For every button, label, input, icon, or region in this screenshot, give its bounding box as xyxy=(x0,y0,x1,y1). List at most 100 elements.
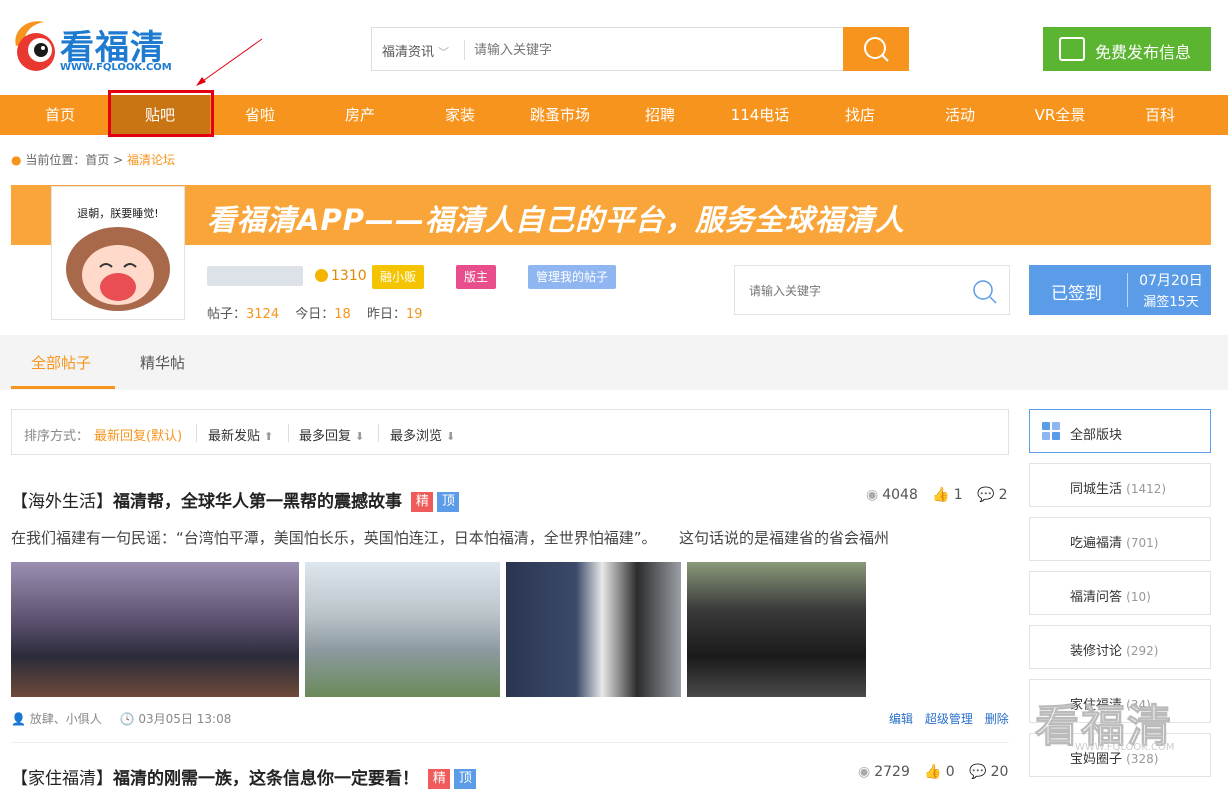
posts-label: 帖子： xyxy=(207,307,247,322)
nav-item-vr[interactable]: VR全景 xyxy=(1010,95,1110,135)
comment-icon: 💬 xyxy=(977,487,995,503)
sort-label: 排序方式： xyxy=(24,429,90,444)
sidebar-item[interactable]: 福清问答 (10) xyxy=(1029,571,1211,615)
nav-item-market[interactable]: 跳蚤市场 xyxy=(510,95,610,135)
sidebar-item[interactable]: 装修讨论 (292) xyxy=(1029,625,1211,669)
avatar[interactable]: 退朝，朕要睡觉! xyxy=(51,186,185,320)
search-button[interactable] xyxy=(843,27,909,71)
sidebar-item[interactable]: 吃遍福清 (701) xyxy=(1029,517,1211,561)
post-image-arrest[interactable] xyxy=(506,562,681,697)
tab-featured[interactable]: 精华帖 xyxy=(140,352,185,373)
nav-item-shengla[interactable]: 省啦 xyxy=(210,95,310,135)
coin-icon xyxy=(315,269,328,282)
post-meta-1: 👤 放肆、小俱人 🕓 03月05日 13:08 xyxy=(11,710,231,727)
sort-latest-post[interactable]: 最新发贴 ⬆ xyxy=(208,425,273,444)
post-title-text: 福清帮，全球华人第一黑帮的震撼故事 xyxy=(113,492,402,512)
sort-divider xyxy=(378,424,379,442)
breadcrumb-home[interactable]: 首页 xyxy=(85,153,109,167)
chevron-down-icon: ﹀ xyxy=(438,46,450,59)
post-title-1[interactable]: 【海外生活】福清帮，全球华人第一黑帮的震撼故事 精顶 xyxy=(11,487,460,512)
post-title-text: 福清的刚需一族，这条信息你一定要看！ xyxy=(113,769,419,789)
avatar-caption: 退朝，朕要睡觉! xyxy=(77,207,159,220)
views-count: 4048 xyxy=(882,487,918,503)
post-category: 【家住福清】 xyxy=(11,769,113,789)
delete-link[interactable]: 删除 xyxy=(985,712,1009,726)
signin-streak: 漏签15天 xyxy=(1143,295,1199,310)
sort-most-replies[interactable]: 最多回复 ⬇ xyxy=(299,425,364,444)
sort-divider xyxy=(288,424,289,442)
post-author[interactable]: 放肆、小俱人 xyxy=(30,712,102,726)
sort-latest-post-label: 最新发贴 xyxy=(208,429,261,444)
search-divider xyxy=(464,40,465,60)
breadcrumb-current[interactable]: 福清论坛 xyxy=(127,153,175,167)
pinned-tag: 顶 xyxy=(454,769,477,789)
banner-text: 看福清APP——福清人自己的平台，服务全球福清人 xyxy=(207,203,905,237)
search-category-select[interactable]: 福清资讯 ﹀ xyxy=(382,41,449,60)
edit-link[interactable]: 编辑 xyxy=(889,712,913,726)
badge-moderator[interactable]: 版主 xyxy=(456,265,497,289)
views-count: 2729 xyxy=(874,764,910,780)
signin-divider xyxy=(1127,273,1128,307)
post-title-2[interactable]: 【家住福清】福清的刚需一族，这条信息你一定要看！ 精顶 xyxy=(11,764,477,789)
search-icon[interactable] xyxy=(971,278,999,306)
user-icon: 👤 xyxy=(11,712,26,726)
sidebar-all-label: 全部版块 xyxy=(1070,428,1123,443)
post-date: 03月05日 13:08 xyxy=(138,712,232,726)
nav-item-home[interactable]: 首页 xyxy=(10,95,110,135)
sort-latest-reply[interactable]: 最新回复(默认) xyxy=(94,425,182,444)
yesterday-count: 19 xyxy=(405,307,423,322)
logo-eye-icon xyxy=(15,21,55,71)
today-count: 18 xyxy=(334,307,351,322)
manage-posts-button[interactable]: 管理我的帖子 xyxy=(528,265,617,289)
likes-count: 0 xyxy=(945,764,955,780)
post-stats-1: ◉ 4048 👍 1 💬 2 xyxy=(866,487,1007,503)
location-pin-icon: ● xyxy=(11,153,22,167)
nav-item-phone[interactable]: 114电话 xyxy=(710,95,810,135)
sidebar-item[interactable]: 同城生活 (1412) xyxy=(1029,463,1211,507)
tab-all-posts[interactable]: 全部帖子 xyxy=(31,352,91,373)
sidebar-all-sections[interactable]: 全部版块 xyxy=(1029,409,1211,453)
yesterday-label: 昨日： xyxy=(366,307,406,322)
nav-item-shops[interactable]: 找店 xyxy=(810,95,910,135)
post-admin-actions: 编辑 超级管理 删除 xyxy=(889,710,1009,727)
search-input[interactable] xyxy=(474,36,834,64)
search-bar: 福清资讯 ﹀ xyxy=(371,27,909,71)
badge-rongxiaofan[interactable]: 融小贩 xyxy=(372,265,425,289)
app-banner[interactable]: 看福清APP——福清人自己的平台，服务全球福清人 xyxy=(11,185,1211,245)
thumbs-up-icon: 👍 xyxy=(932,487,950,503)
search-category-label: 福清资讯 xyxy=(382,45,435,60)
post-image-crowd[interactable] xyxy=(687,562,866,697)
post-image-city[interactable] xyxy=(305,562,500,697)
super-admin-link[interactable]: 超级管理 xyxy=(925,712,973,726)
today-label: 今日： xyxy=(295,307,335,322)
post-image-boat[interactable] xyxy=(11,562,299,697)
grid-icon xyxy=(1042,422,1060,440)
sidebar-item-label: 同城生活 xyxy=(1070,482,1123,497)
post-category: 【海外生活】 xyxy=(11,492,113,512)
sidebar-item-count: (1412) xyxy=(1126,482,1167,496)
nav-item-jobs[interactable]: 招聘 xyxy=(610,95,710,135)
likes-count: 1 xyxy=(953,487,963,503)
eye-icon: ◉ xyxy=(866,487,879,503)
forum-stats: 帖子：3124 今日：18 昨日：19 xyxy=(207,303,435,322)
signin-button[interactable]: 已签到 07月20日 漏签15天 xyxy=(1029,265,1211,315)
breadcrumb-prefix: 当前位置： xyxy=(25,153,86,167)
signin-date: 07月20日 xyxy=(1139,273,1203,289)
arrow-down-icon: ⬇ xyxy=(446,430,456,443)
nav-item-events[interactable]: 活动 xyxy=(910,95,1010,135)
site-logo[interactable]: 看福清 WWW.FQLOOK.COM xyxy=(10,14,172,80)
publish-button[interactable]: 免费发布信息 xyxy=(1043,27,1211,71)
post-tabs: 全部帖子 精华帖 xyxy=(0,335,1228,390)
sort-most-views[interactable]: 最多浏览 ⬇ xyxy=(390,425,455,444)
username-blurred xyxy=(207,266,303,286)
sidebar-item-label: 吃遍福清 xyxy=(1070,536,1123,551)
nav-item-house[interactable]: 房产 xyxy=(310,95,410,135)
highlight-box xyxy=(108,90,214,137)
featured-tag: 精 xyxy=(411,492,434,512)
post-stats-2: ◉ 2729 👍 0 💬 20 xyxy=(858,764,1008,780)
nav-item-wiki[interactable]: 百科 xyxy=(1110,95,1210,135)
arrow-down-icon: ⬇ xyxy=(355,430,365,443)
sidebar-item-count: (10) xyxy=(1126,590,1151,604)
nav-item-decor[interactable]: 家装 xyxy=(410,95,510,135)
forum-search-input[interactable] xyxy=(749,280,959,302)
